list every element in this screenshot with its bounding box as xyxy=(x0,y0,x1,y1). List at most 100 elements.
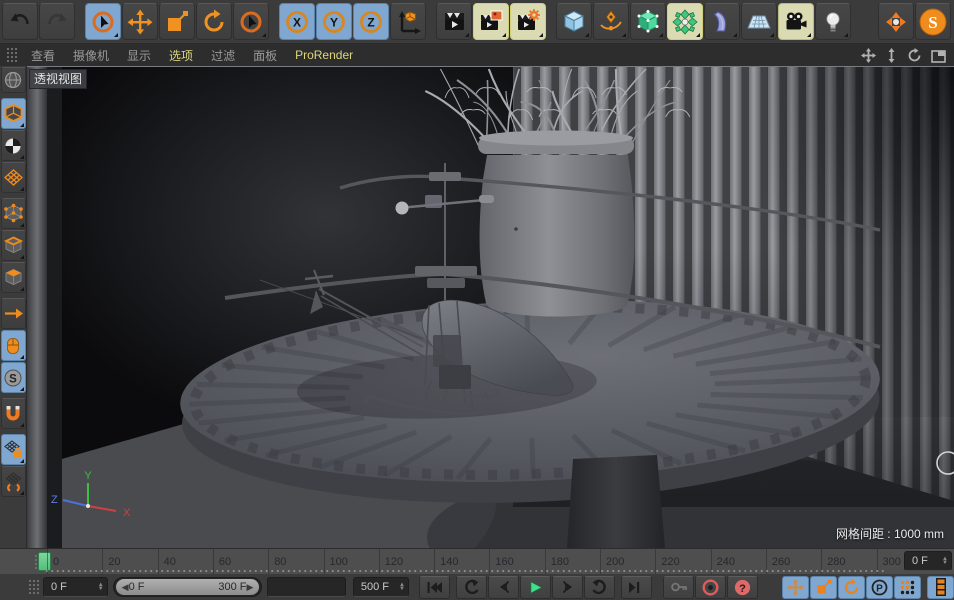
left-post xyxy=(27,67,47,548)
subdivision-cube-icon xyxy=(637,9,659,32)
previous-frame-button[interactable] xyxy=(488,575,519,599)
undo-button[interactable] xyxy=(2,3,38,40)
converge-button[interactable] xyxy=(878,3,914,40)
play-button[interactable] xyxy=(520,575,551,599)
timeline-ruler[interactable]: 0 20 40 60 80 100 120 140 160 180 200 220 240 260 280 3… xyxy=(0,548,954,574)
current-frame-field[interactable]: 0 F ▲ ▼ xyxy=(43,577,108,597)
polygons-cube-icon xyxy=(5,269,21,285)
modifier-flower-icon xyxy=(672,8,698,35)
viewport-tweak-button[interactable] xyxy=(0,330,26,361)
max-time-field[interactable]: 500 F ▲ ▼ xyxy=(352,577,409,597)
add-deformer-button[interactable] xyxy=(704,3,740,40)
go-to-start-button[interactable] xyxy=(419,575,450,599)
lock-x-button[interactable]: X xyxy=(279,3,315,40)
workplane-mode-button[interactable] xyxy=(0,162,26,193)
snap-flyout-button[interactable]: S xyxy=(0,362,26,393)
render-view-button[interactable] xyxy=(436,3,472,40)
next-key-icon xyxy=(592,579,606,595)
add-light-button[interactable] xyxy=(815,3,851,40)
menubar-grip[interactable] xyxy=(6,47,18,63)
stepper-icon[interactable]: ▲ ▼ xyxy=(936,556,948,566)
key-pla-button[interactable] xyxy=(894,575,921,599)
go-to-end-button[interactable] xyxy=(621,575,652,599)
texture-mode-button[interactable] xyxy=(0,130,26,161)
current-frame-value: 0 F xyxy=(51,581,67,593)
add-environment-button[interactable] xyxy=(741,3,777,40)
enable-axis-button[interactable] xyxy=(0,298,26,329)
key-scale-button[interactable] xyxy=(810,575,837,599)
layout-s-button[interactable]: S xyxy=(915,3,951,40)
menu-prorender[interactable]: ProRender xyxy=(286,48,362,62)
menu-panel[interactable]: 面板 xyxy=(244,47,286,64)
range-thumb[interactable]: ◀ 0 F 300 F ▶ xyxy=(115,579,260,595)
range-left-arrow-icon[interactable]: ◀ xyxy=(122,582,129,593)
converge-icon xyxy=(886,11,906,32)
magnet-icon xyxy=(6,405,20,420)
menu-view[interactable]: 查看 xyxy=(22,47,64,64)
pan-view-icon[interactable] xyxy=(861,47,876,63)
key-parameter-button[interactable]: P xyxy=(866,575,893,599)
toggle-panel-icon[interactable] xyxy=(931,48,946,63)
menu-filter[interactable]: 过滤 xyxy=(202,47,244,64)
timeline-scroll-track[interactable] xyxy=(267,577,346,597)
svg-text:Y: Y xyxy=(330,15,338,29)
key-icon xyxy=(670,582,687,592)
menu-camera[interactable]: 摄像机 xyxy=(64,47,118,64)
pen-icon xyxy=(600,9,622,30)
coordinate-system-button[interactable] xyxy=(390,3,426,40)
make-editable-button[interactable] xyxy=(0,67,26,93)
redo-button[interactable] xyxy=(39,3,75,40)
transport-grip[interactable] xyxy=(28,579,40,595)
rotate-view-icon[interactable] xyxy=(907,47,922,63)
model-mode-button[interactable] xyxy=(0,98,26,129)
axis-z-label: Z xyxy=(51,494,58,506)
render-settings-button[interactable] xyxy=(510,3,546,40)
keyframe-question-button[interactable]: ? xyxy=(727,575,758,599)
lock-workplane-button[interactable] xyxy=(0,434,26,465)
add-primitive-button[interactable] xyxy=(556,3,592,40)
render-picture-viewer-button[interactable] xyxy=(473,3,509,40)
points-mode-button[interactable] xyxy=(0,198,26,229)
stepper-icon[interactable]: ▲ ▼ xyxy=(393,582,405,592)
record-key-button[interactable] xyxy=(663,575,694,599)
add-camera-button[interactable] xyxy=(778,3,814,40)
dolly-view-icon[interactable] xyxy=(885,47,898,63)
enable-snap-button[interactable] xyxy=(0,398,26,429)
render-view-icon xyxy=(444,13,464,30)
redo-icon xyxy=(48,13,67,24)
s-logo-icon: S xyxy=(919,8,947,35)
key-rotation-button[interactable] xyxy=(838,575,865,599)
viewport-3d[interactable]: Y X Z 透视视图 网格间距 : 1000 mm xyxy=(27,66,954,548)
previous-key-button[interactable] xyxy=(456,575,487,599)
selection-flyout-button[interactable] xyxy=(233,3,269,40)
lock-y-button[interactable]: Y xyxy=(316,3,352,40)
rotate-button[interactable] xyxy=(196,3,232,40)
add-generator-button[interactable] xyxy=(630,3,666,40)
next-frame-button[interactable] xyxy=(552,575,583,599)
stepper-icon[interactable]: ▲ ▼ xyxy=(92,582,104,592)
next-key-button[interactable] xyxy=(584,575,615,599)
add-modifier-button[interactable] xyxy=(667,3,703,40)
range-right-arrow-icon[interactable]: ▶ xyxy=(247,582,254,593)
lock-x-icon: X xyxy=(286,10,308,33)
workplane-tool-button[interactable] xyxy=(0,466,26,497)
light-bulb-icon xyxy=(826,11,840,31)
workplane-move-icon xyxy=(5,472,21,492)
play-icon xyxy=(530,581,543,593)
timeline-film-button[interactable] xyxy=(927,575,954,599)
key-position-button[interactable] xyxy=(782,575,809,599)
live-selection-button[interactable] xyxy=(85,3,121,40)
move-button[interactable] xyxy=(122,3,158,40)
lock-z-button[interactable]: Z xyxy=(353,3,389,40)
edges-mode-button[interactable] xyxy=(0,230,26,261)
menu-options[interactable]: 选项 xyxy=(160,47,202,64)
preview-range-slider[interactable]: ◀ 0 F 300 F ▶ xyxy=(112,577,263,597)
add-spline-button[interactable] xyxy=(593,3,629,40)
view-label[interactable]: 透视视图 xyxy=(29,69,88,89)
scale-icon xyxy=(168,10,188,31)
ruler-frame-field[interactable]: 0 F ▲ ▼ xyxy=(904,551,952,571)
autokey-button[interactable] xyxy=(695,575,726,599)
scale-button[interactable] xyxy=(159,3,195,40)
menu-display[interactable]: 显示 xyxy=(118,47,160,64)
polygons-mode-button[interactable] xyxy=(0,262,26,293)
